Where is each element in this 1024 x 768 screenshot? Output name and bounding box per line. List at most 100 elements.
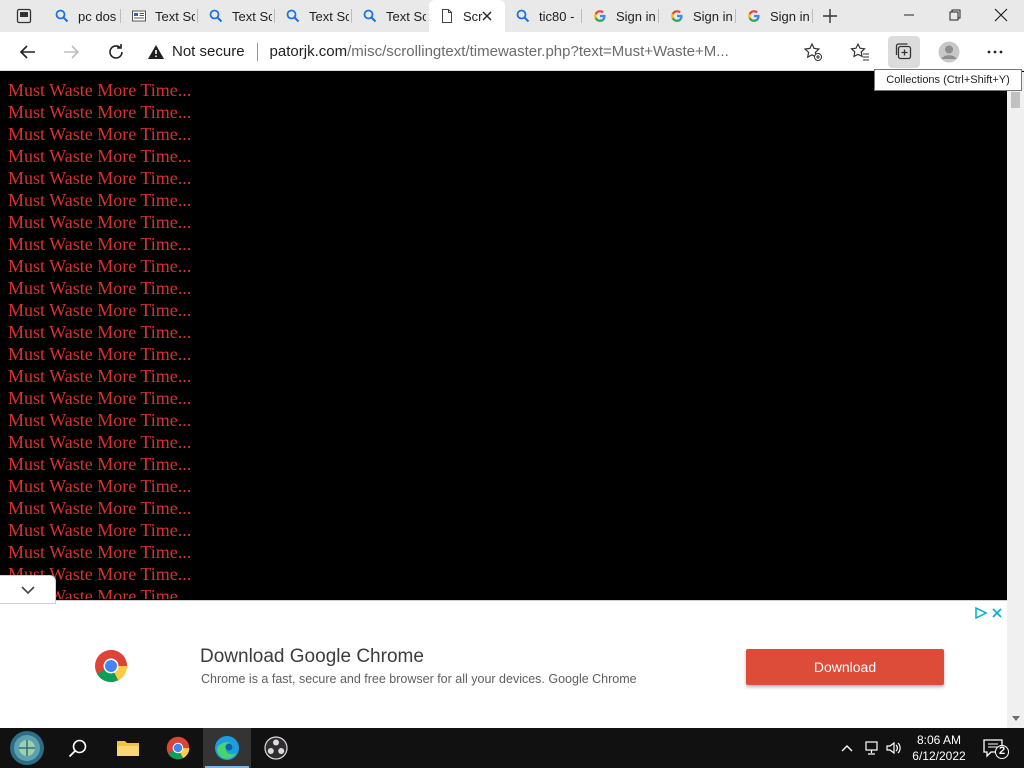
network-button[interactable] [861,738,881,758]
search-icon [209,9,223,23]
browser-tab[interactable]: Sign in [659,0,736,32]
start-button[interactable] [3,728,51,768]
close-icon [482,11,492,21]
google-icon [670,9,684,23]
taskbar-chrome[interactable] [154,728,202,768]
google-icon [593,9,607,23]
profile-button[interactable] [933,36,965,68]
scrolling-text-line: Must Waste More Time... [8,454,192,474]
browser-tab[interactable]: Sign in [736,0,813,32]
scrolling-text-line: Must Waste More Time... [8,80,192,100]
scrolling-text-line: Must Waste More Time... [8,234,192,254]
browser-tab[interactable]: Sign in [582,0,659,32]
refresh-button[interactable] [100,36,132,68]
page-content: Must Waste More Time... Must Waste More T… [0,72,1007,599]
scrolling-text-line: Must Waste More Time... [8,168,192,188]
clock-time: 8:06 AM [916,733,962,747]
taskbar-search-button[interactable] [54,728,102,768]
site-info-button[interactable]: Not secure [147,43,245,60]
action-center-button[interactable]: 2 [980,736,1010,760]
scroll-down-icon [1011,716,1020,721]
tab-title: Sign in [693,8,733,24]
warning-icon [148,44,164,59]
close-tab-button[interactable] [479,8,495,24]
tab-title: Sign in [616,8,656,24]
scrolling-text-line: Must Waste More Time... [8,256,192,276]
tab-actions-icon [16,8,32,24]
clock[interactable]: 8:06 AM 6/12/2022 [908,732,970,764]
restore-button[interactable] [932,0,978,30]
tab-strip: pc dos Text Sc Text Sc Text Sc Text Sc Scr tic… [0,0,1024,32]
ad-close-button[interactable] [991,606,1003,620]
tab-title: pc dos [78,8,117,24]
scrolling-text-line: Must Waste More Time... [8,212,192,232]
star-add-icon [803,42,822,61]
browser-tab[interactable]: Text Sc [121,0,198,32]
scrolling-text-line: Must Waste More Time... [8,542,192,562]
file-explorer-icon [117,741,139,756]
close-icon [992,608,1002,618]
favorites-icon [850,42,869,61]
url-path: /misc/scrollingtext/timewaster.php?text=… [347,43,729,60]
url-host: patorjk.com [269,43,348,60]
speaker-icon [886,741,901,755]
favorites-button[interactable] [844,36,876,68]
network-icon [865,741,878,755]
tab-title: Text Sc [309,8,349,24]
not-secure-label: Not secure [172,43,245,60]
tray-overflow-button[interactable] [837,738,857,758]
minimize-icon [904,14,914,16]
browser-tab[interactable]: Text Sc [275,0,352,32]
scrolling-text-line: Must Waste More Time... [8,146,192,166]
ad-title[interactable]: Download Google Chrome [200,646,424,668]
tab-active[interactable]: Scr [429,0,505,32]
screen: pc dos Text Sc Text Sc Text Sc Text Sc Scr tic… [0,0,1024,768]
scrolling-text-line: Must Waste More Time... [8,278,192,298]
scrolling-text-line: Must Waste More Time... [8,432,192,452]
close-window-button[interactable] [978,0,1024,30]
scroll-down-button[interactable] [1007,712,1024,726]
page-scrollbar[interactable] [1007,72,1024,728]
browser-tab[interactable]: Text Sc [352,0,429,32]
scrolling-text-line: Must Waste More Time... [8,190,192,210]
back-arrow-icon [19,45,35,59]
scroll-thumb[interactable] [1011,92,1020,108]
minimize-button[interactable] [886,0,932,30]
add-favorite-button[interactable] [797,36,829,68]
scrolling-text-line: Must Waste More Time... [8,124,192,144]
avatar-icon [938,41,960,63]
browser-tab[interactable]: Text Sc [198,0,275,32]
browser-tab[interactable]: pc dos [44,0,121,32]
tab-title: Text Sc [155,8,195,24]
taskbar-obs[interactable] [252,728,300,768]
back-button[interactable] [12,36,44,68]
refresh-icon [109,44,123,59]
taskbar-file-explorer[interactable] [104,728,152,768]
ad-choices-icon[interactable] [975,607,987,619]
search-icon [363,9,377,23]
close-icon [994,8,1008,22]
taskbar: 8:06 AM 6/12/2022 2 [0,728,1024,768]
settings-menu-button[interactable] [979,36,1011,68]
collections-button[interactable] [888,36,920,68]
scrolling-text-line: Must Waste More Time... [8,498,192,518]
new-tab-button[interactable] [818,5,842,27]
clock-date: 6/12/2022 [912,749,966,763]
tab-list: pc dos Text Sc Text Sc Text Sc Text Sc Scr tic… [44,0,813,32]
tab-actions-button[interactable] [8,5,40,27]
chevron-up-icon [841,745,853,752]
address-bar[interactable]: Not secure patorjk.com /misc/scrollingte… [147,36,827,67]
scrolling-text-line: Must Waste More Time... [8,388,192,408]
search-icon [68,739,87,758]
forward-button[interactable] [55,36,87,68]
address-separator [256,42,258,61]
obs-icon [264,736,288,760]
taskbar-edge[interactable] [203,728,251,768]
chevron-down-icon [20,585,35,594]
search-icon [55,9,69,23]
ad-download-button[interactable]: Download [746,649,944,685]
volume-button[interactable] [884,738,904,758]
ad-collapse-button[interactable] [0,575,56,604]
ad-banner[interactable]: Download Google Chrome Chrome is a fast,… [0,600,1007,728]
browser-tab[interactable]: tic80 - [505,0,582,32]
